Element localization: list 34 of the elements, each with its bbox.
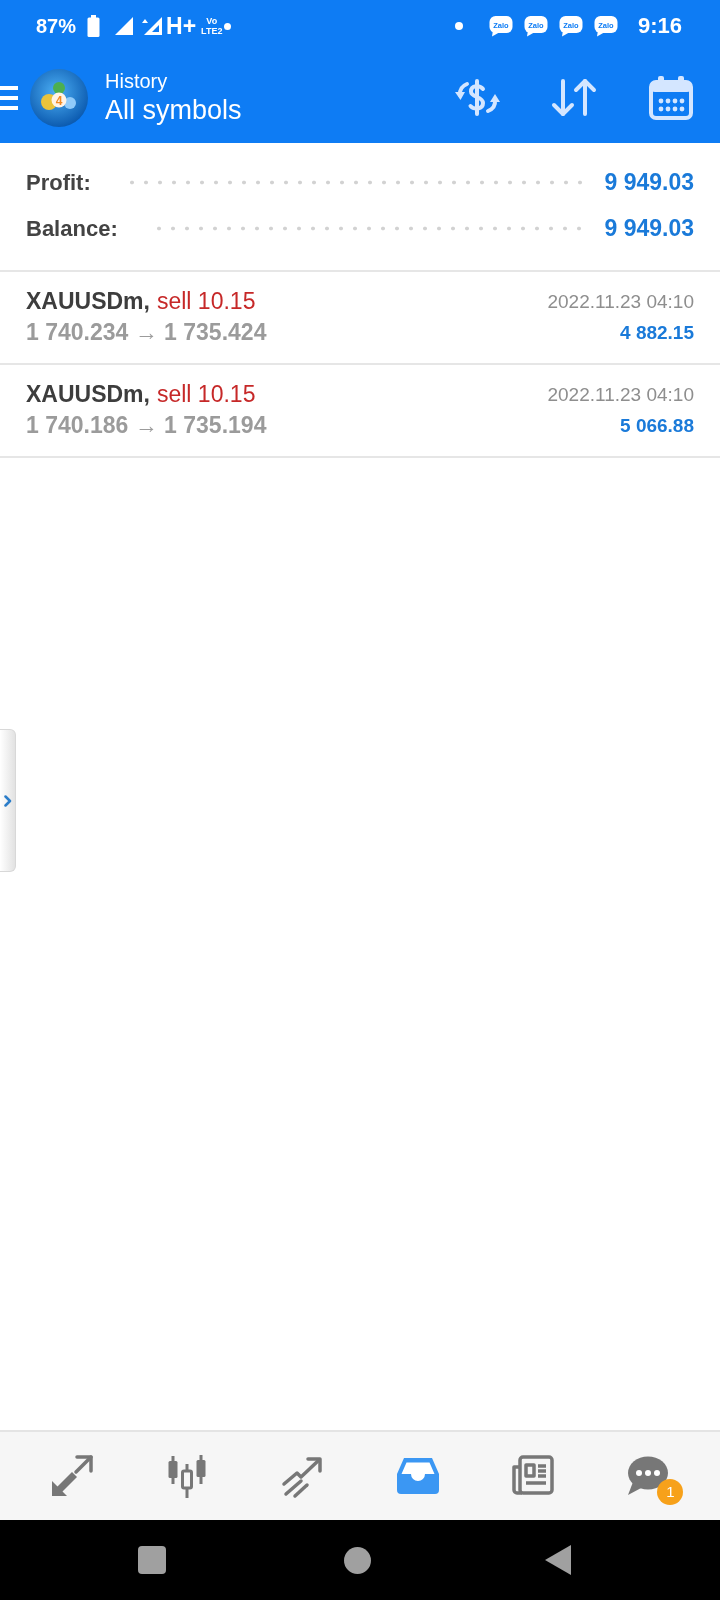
side-panel-handle[interactable] (0, 729, 16, 872)
deal-prices: 1 740.234 → 1 735.424 (26, 318, 267, 347)
deal-prices: 1 740.186 → 1 735.194 (26, 411, 267, 440)
back-button[interactable] (545, 1545, 571, 1575)
deal-order: sell 10.15 (156, 287, 256, 316)
calendar-icon[interactable] (648, 74, 694, 121)
chevron-right-icon (3, 794, 12, 807)
clock-time: 9:16 (637, 15, 682, 37)
nav-tab[interactable]: 1 (590, 1432, 706, 1520)
battery-percentage: 87% (36, 16, 77, 36)
volte-indicator: Vo LTE2 (201, 16, 223, 36)
deal-order: sell 10.15 (156, 380, 256, 409)
dot-icon (224, 22, 232, 30)
summary-label: Balance: (26, 214, 118, 243)
deal-symbol: XAUUSDm, (26, 287, 150, 316)
deal-time: 2022.11.23 04:10 (547, 383, 694, 407)
network-type: H+ (166, 14, 197, 38)
summary-value: 9 949.03 (604, 213, 694, 243)
deal-profit: 4 882.15 (620, 321, 694, 345)
screen-title: History (105, 68, 169, 93)
battery-icon (87, 15, 101, 37)
deal-profit: 5 066.88 (620, 414, 694, 438)
deal-time: 2022.11.23 04:10 (547, 290, 694, 314)
home-button[interactable] (344, 1546, 371, 1574)
summary-label: Profit: (26, 168, 91, 197)
signal-icon (115, 17, 134, 35)
menu-icon[interactable] (0, 85, 18, 110)
screen-subtitle: All symbols (105, 93, 242, 127)
deal-symbol: XAUUSDm, (26, 380, 150, 409)
app-logo-icon: 4 (30, 68, 88, 127)
notification-badge: 1 (657, 1479, 684, 1505)
summary-value: 9 949.03 (604, 167, 694, 197)
dot-icon (454, 22, 463, 30)
signal-icon (141, 17, 163, 35)
